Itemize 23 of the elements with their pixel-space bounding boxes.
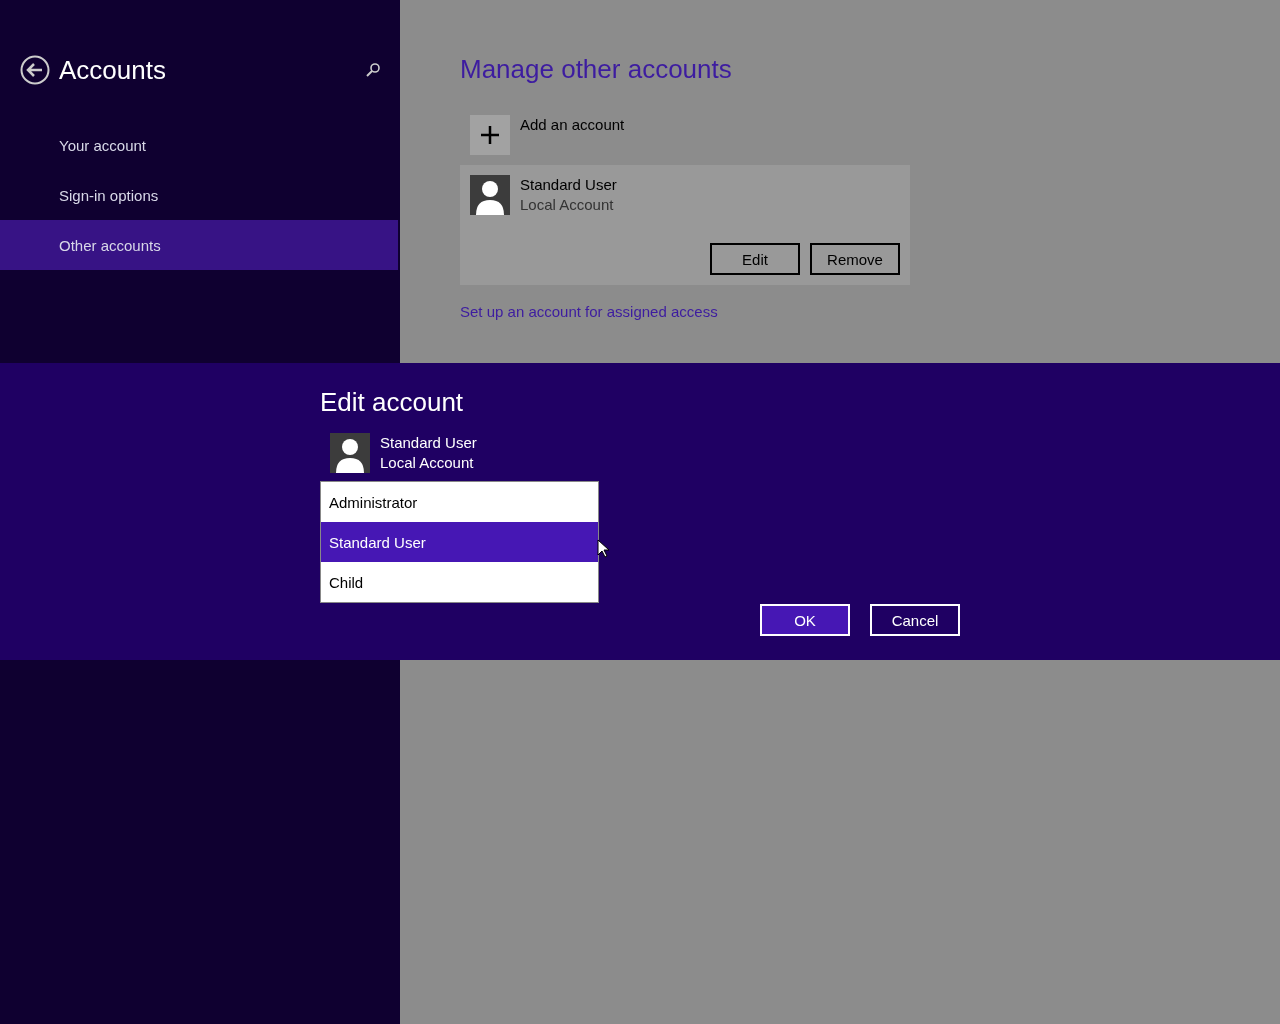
account-type: Local Account [520,195,615,215]
account-type-dropdown[interactable]: Administrator Standard User Child [320,481,599,603]
mouse-pointer-icon [597,539,609,558]
add-account-label[interactable]: Add an account [520,115,625,135]
sidebar-item[interactable]: Other accounts [0,220,398,270]
search-icon[interactable] [366,63,380,77]
dialog-button[interactable]: Cancel [870,604,960,636]
account-type: Local Account [380,453,475,473]
account-name: Standard User [520,175,617,195]
account-card[interactable]: Standard User Local Account Edit Remove [460,165,910,285]
section-heading: Manage other accounts [460,54,733,86]
plus-icon [480,125,500,145]
dropdown-option[interactable]: Standard User [321,522,598,562]
dialog-title: Edit account [320,387,465,419]
page-title: Accounts [59,54,167,86]
sidebar-item[interactable]: Sign-in options [0,170,398,220]
back-icon[interactable] [20,55,50,85]
add-account-tile[interactable] [470,115,510,155]
account-name: Standard User [380,433,477,453]
dialog-button[interactable]: OK [760,604,850,636]
card-button[interactable]: Remove [810,243,900,275]
sidebar-item[interactable]: Your account [0,120,398,170]
card-button[interactable]: Edit [710,243,800,275]
